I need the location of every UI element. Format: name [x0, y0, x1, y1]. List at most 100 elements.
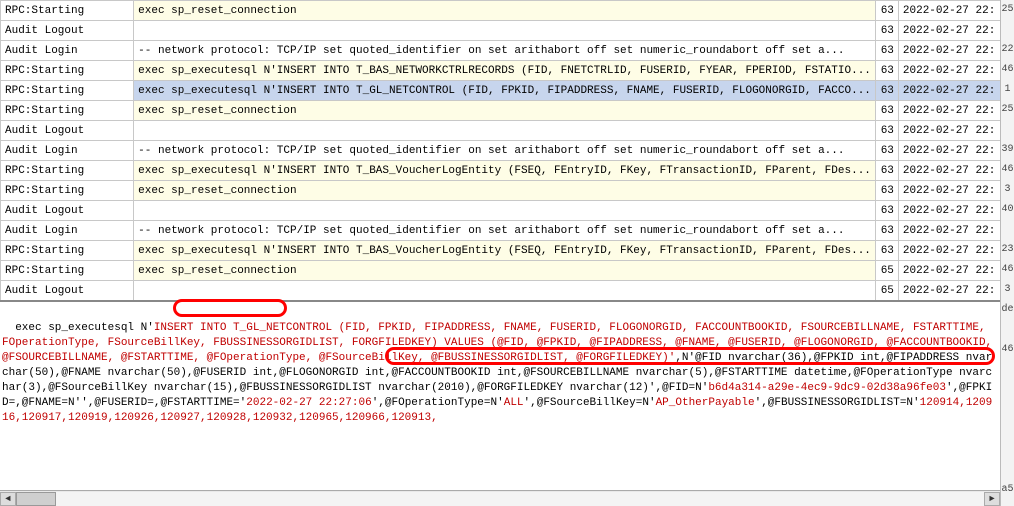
- detail-text: ',@FSourceBillKey=N': [524, 397, 656, 409]
- cell-cpu: 63: [875, 81, 898, 101]
- trace-table[interactable]: RPC:Startingexec sp_reset_connection6320…: [0, 0, 1014, 301]
- cell-event: RPC:Starting: [1, 1, 134, 21]
- gutter-fragment: [1001, 360, 1014, 380]
- detail-text: ',@FOperationType=N': [372, 397, 504, 409]
- detail-text: ,@FNAME=N': [15, 397, 81, 409]
- cell-time: 2022-02-27 22:: [898, 41, 1004, 61]
- cell-text: exec sp_executesql N'INSERT INTO T_BAS_V…: [134, 241, 876, 261]
- gutter-fragment: 23: [1001, 240, 1014, 260]
- cell-time: 2022-02-27 22:: [898, 181, 1004, 201]
- table-row[interactable]: RPC:Startingexec sp_reset_connection6320…: [1, 101, 1014, 121]
- gutter-fragment: 3: [1001, 180, 1014, 200]
- gutter-fragment: [1001, 400, 1014, 420]
- table-row[interactable]: Audit Login-- network protocol: TCP/IP s…: [1, 141, 1014, 161]
- gutter-fragment: [1001, 460, 1014, 480]
- gutter-fragment: 39: [1001, 140, 1014, 160]
- cell-cpu: 63: [875, 1, 898, 21]
- cell-text: exec sp_executesql N'INSERT INTO T_GL_NE…: [134, 81, 876, 101]
- cell-text: exec sp_executesql N'INSERT INTO T_BAS_N…: [134, 61, 876, 81]
- cell-text: exec sp_reset_connection: [134, 1, 876, 21]
- cell-cpu: 63: [875, 121, 898, 141]
- cell-event: Audit Logout: [1, 121, 134, 141]
- cell-event: RPC:Starting: [1, 81, 134, 101]
- table-row[interactable]: Audit Login-- network protocol: TCP/IP s…: [1, 221, 1014, 241]
- gutter-fragment: de: [1001, 300, 1014, 320]
- cell-event: RPC:Starting: [1, 241, 134, 261]
- gutter-fragment: 22: [1001, 40, 1014, 60]
- table-row[interactable]: RPC:Startingexec sp_executesql N'INSERT …: [1, 161, 1014, 181]
- cell-time: 2022-02-27 22:: [898, 1, 1004, 21]
- cell-text: [134, 201, 876, 221]
- cell-time: 2022-02-27 22:: [898, 221, 1004, 241]
- table-row[interactable]: RPC:Startingexec sp_reset_connection6520…: [1, 261, 1014, 281]
- cell-event: RPC:Starting: [1, 101, 134, 121]
- detail-text: ,@FSTARTTIME=': [154, 397, 246, 409]
- gutter-fragment: [1001, 320, 1014, 340]
- gutter-fragment: 1: [1001, 80, 1014, 100]
- cell-cpu: 63: [875, 161, 898, 181]
- cell-time: 2022-02-27 22:: [898, 241, 1004, 261]
- gutter-fragment: 46: [1001, 260, 1014, 280]
- gutter-fragment: 25: [1001, 100, 1014, 120]
- scroll-right-button[interactable]: ►: [984, 492, 1000, 506]
- table-row[interactable]: Audit Logout632022-02-27 22:: [1, 201, 1014, 221]
- cell-cpu: 63: [875, 241, 898, 261]
- cell-text: [134, 21, 876, 41]
- table-row[interactable]: RPC:Startingexec sp_reset_connection6320…: [1, 181, 1014, 201]
- detail-text: exec sp_executesql N': [15, 322, 154, 334]
- cell-cpu: 63: [875, 201, 898, 221]
- horizontal-scrollbar[interactable]: ◄ ►: [0, 490, 1000, 506]
- table-row[interactable]: Audit Logout632022-02-27 22:: [1, 21, 1014, 41]
- cell-cpu: 63: [875, 41, 898, 61]
- cell-event: RPC:Starting: [1, 181, 134, 201]
- gutter-fragment: [1001, 20, 1014, 40]
- cell-text: exec sp_reset_connection: [134, 261, 876, 281]
- cell-cpu: 63: [875, 221, 898, 241]
- cell-event: RPC:Starting: [1, 161, 134, 181]
- gutter-fragment: 46: [1001, 160, 1014, 180]
- cell-text: -- network protocol: TCP/IP set quoted_i…: [134, 141, 876, 161]
- gutter-fragment: [1001, 420, 1014, 440]
- table-row[interactable]: RPC:Startingexec sp_executesql N'INSERT …: [1, 81, 1014, 101]
- cell-time: 2022-02-27 22:: [898, 261, 1004, 281]
- cell-cpu: 65: [875, 261, 898, 281]
- cell-cpu: 63: [875, 101, 898, 121]
- cell-time: 2022-02-27 22:: [898, 121, 1004, 141]
- sql-detail-pane[interactable]: exec sp_executesql N'INSERT INTO T_GL_NE…: [0, 300, 1000, 476]
- cell-text: -- network protocol: TCP/IP set quoted_i…: [134, 221, 876, 241]
- gutter-fragment: 46: [1001, 60, 1014, 80]
- cell-cpu: 63: [875, 21, 898, 41]
- table-row[interactable]: Audit Logout652022-02-27 22:: [1, 281, 1014, 301]
- table-row[interactable]: RPC:Startingexec sp_executesql N'INSERT …: [1, 241, 1014, 261]
- detail-text: AP_OtherPayable: [656, 397, 755, 409]
- table-row[interactable]: RPC:Startingexec sp_reset_connection6320…: [1, 1, 1014, 21]
- cell-time: 2022-02-27 22:: [898, 81, 1004, 101]
- gutter-fragment: a5: [1001, 480, 1014, 500]
- cell-text: exec sp_reset_connection: [134, 181, 876, 201]
- cell-text: [134, 121, 876, 141]
- detail-text: 2022-02-27 22:27:06: [246, 397, 371, 409]
- cell-event: RPC:Starting: [1, 261, 134, 281]
- gutter-fragment: 46: [1001, 340, 1014, 360]
- cell-text: exec sp_reset_connection: [134, 101, 876, 121]
- scroll-track[interactable]: [16, 492, 984, 506]
- gutter-fragment: 3: [1001, 280, 1014, 300]
- cell-event: Audit Login: [1, 41, 134, 61]
- cell-time: 2022-02-27 22:: [898, 61, 1004, 81]
- scroll-left-button[interactable]: ◄: [0, 492, 16, 506]
- gutter-fragment: 40: [1001, 200, 1014, 220]
- cell-text: exec sp_executesql N'INSERT INTO T_BAS_V…: [134, 161, 876, 181]
- table-row[interactable]: Audit Logout 632022-02-27 22:: [1, 121, 1014, 141]
- table-row[interactable]: RPC:Startingexec sp_executesql N'INSERT …: [1, 61, 1014, 81]
- gutter-fragment: [1001, 120, 1014, 140]
- detail-text: b6d4a314-a29e-4ec9-9dc9-02d38a96fe03: [708, 382, 946, 394]
- detail-text: INSERT INTO T_GL_NETCONTROL (: [154, 322, 345, 334]
- scroll-thumb[interactable]: [16, 492, 56, 506]
- cell-cpu: 63: [875, 61, 898, 81]
- cell-time: 2022-02-27 22:: [898, 201, 1004, 221]
- cell-time: 2022-02-27 22:: [898, 21, 1004, 41]
- table-row[interactable]: Audit Login-- network protocol: TCP/IP s…: [1, 41, 1014, 61]
- cell-cpu: 63: [875, 181, 898, 201]
- cell-time: 2022-02-27 22:: [898, 281, 1004, 301]
- detail-text: ',@FUSERID=: [81, 397, 154, 409]
